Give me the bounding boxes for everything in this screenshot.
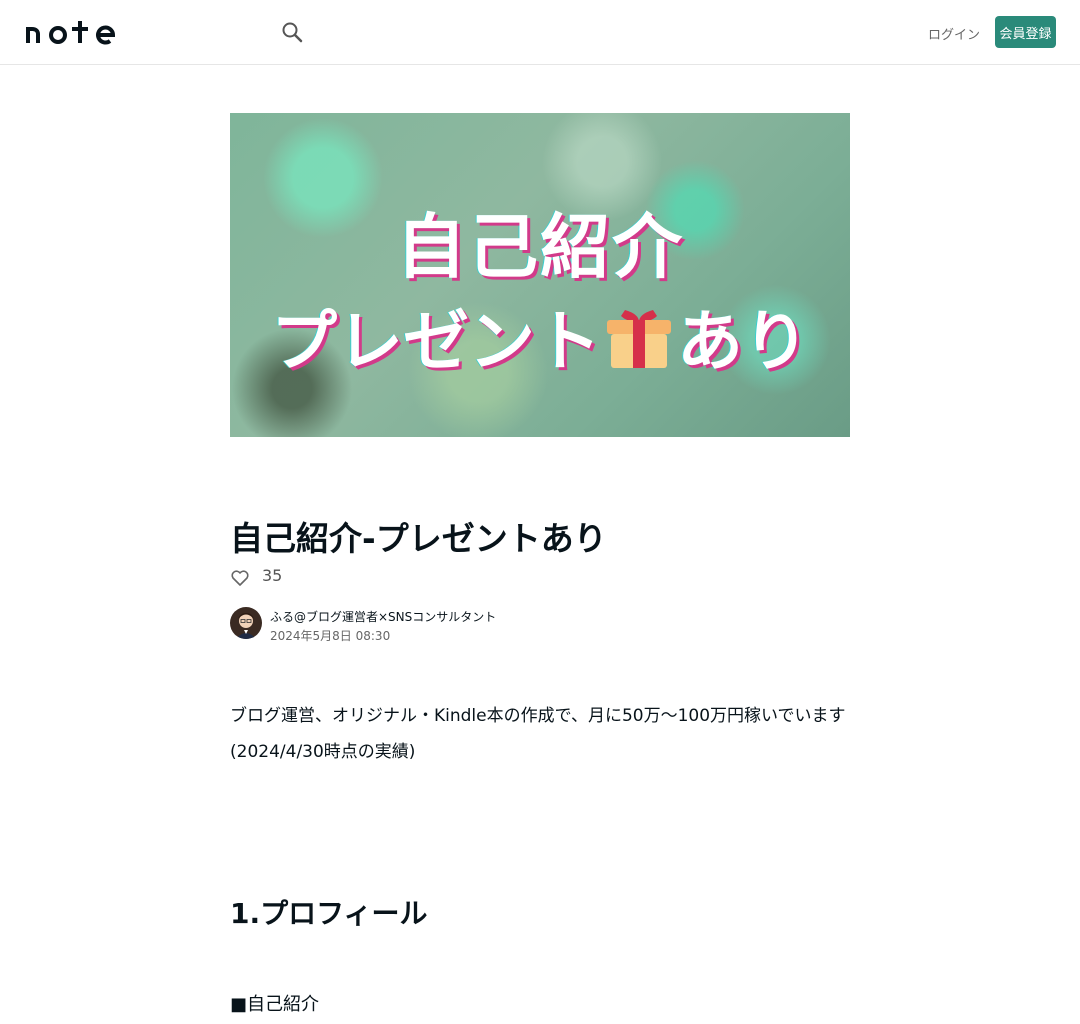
search-icon[interactable] (280, 20, 304, 44)
body-paragraph: (2024/4/30時点の実績) (230, 742, 416, 762)
hero-text-line1: 自己紹介 (396, 206, 684, 288)
note-logo[interactable] (24, 19, 124, 45)
publish-date: 2024年5月8日 08:30 (270, 629, 391, 643)
section-heading: 1.プロフィール (230, 897, 428, 930)
author-name[interactable]: ふる@ブログ運営者×SNSコンサルタント (270, 608, 496, 625)
body-paragraph: ブログ運営、オリジナル・Kindle本の作成で、月に50万〜100万円稼いでいま… (230, 706, 846, 726)
author-avatar[interactable] (230, 607, 262, 639)
site-header: ログイン 会員登録 (0, 0, 1080, 65)
hero-image: 自己紹介 プレゼント あり (230, 113, 850, 437)
gift-icon (607, 310, 671, 368)
hero-text-line2: プレゼント あり (230, 288, 850, 384)
hero-text-ari: あり (677, 303, 809, 380)
article-title: 自己紹介-プレゼントあり (230, 519, 607, 558)
login-link[interactable]: ログイン (928, 24, 980, 43)
hero-text-present: プレゼント (271, 303, 601, 380)
signup-button[interactable]: 会員登録 (995, 16, 1056, 48)
heart-icon[interactable] (230, 568, 250, 588)
body-paragraph: ■自己紹介 (230, 994, 320, 1015)
like-count: 35 (262, 566, 283, 585)
